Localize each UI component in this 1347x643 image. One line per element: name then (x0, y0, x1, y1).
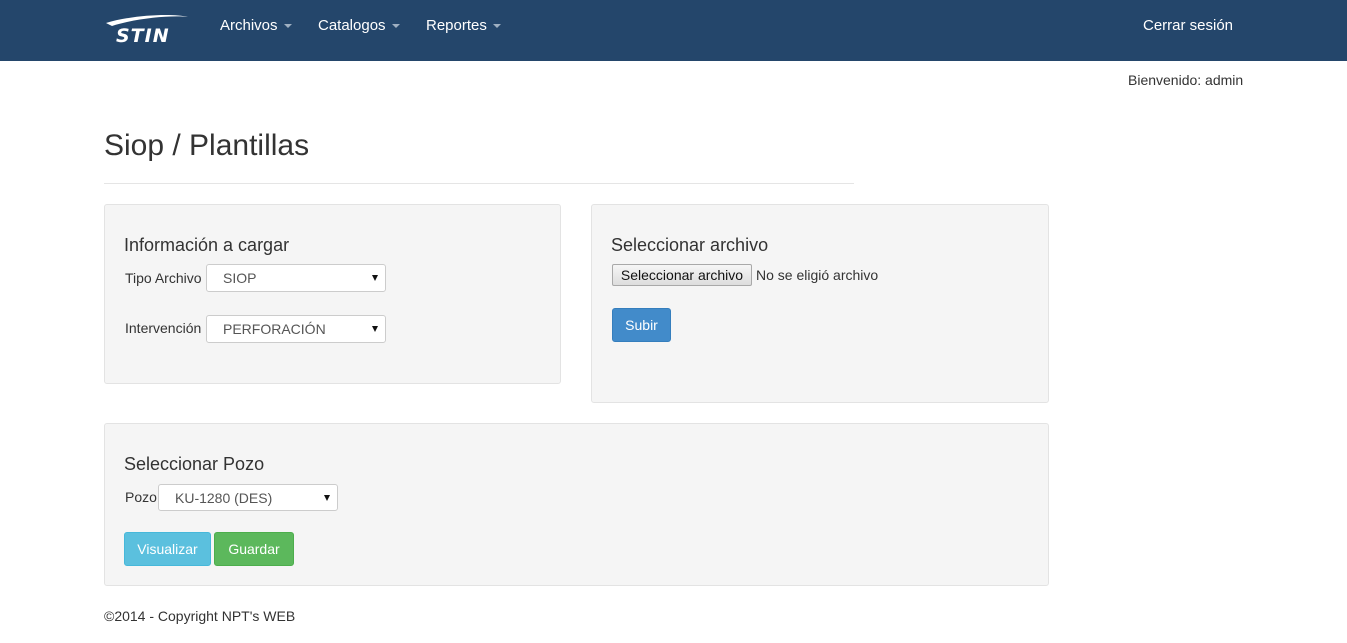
visualizar-button[interactable]: Visualizar (124, 532, 211, 566)
info-panel-title: Información a cargar (124, 235, 290, 255)
intervencion-label: Intervención (125, 320, 202, 336)
menu-reportes[interactable]: Reportes (426, 17, 501, 35)
footer-copyright: ©2014 - Copyright NPT's WEB (104, 608, 296, 624)
caret-down-icon (283, 24, 292, 29)
tipo-archivo-value: SIOP (223, 270, 257, 286)
top-navbar: STIN Archivos Catalogos Reportes Cerrar … (0, 0, 1347, 61)
guardar-button[interactable]: Guardar (214, 532, 294, 566)
intervencion-select[interactable]: PERFORACIÓN (206, 315, 386, 343)
menu-archivos[interactable]: Archivos (220, 17, 292, 35)
choose-file-button[interactable]: Seleccionar archivo (612, 264, 752, 286)
pozo-select[interactable]: KU-1280 (DES) (158, 484, 338, 511)
menu-archivos-label: Archivos (220, 17, 278, 34)
welcome-text: Bienvenido: admin (1128, 72, 1244, 88)
dropdown-arrow-icon (372, 326, 378, 332)
pozo-panel: Seleccionar Pozo Pozo KU-1280 (DES) Visu… (104, 423, 1049, 586)
submit-button[interactable]: Subir (612, 308, 671, 342)
pozo-panel-title: Seleccionar Pozo (124, 454, 265, 474)
caret-down-icon (391, 24, 400, 29)
title-divider (104, 183, 854, 184)
stin-logo[interactable]: STIN (102, 13, 192, 47)
tipo-archivo-label: Tipo Archivo (125, 270, 202, 286)
intervencion-value: PERFORACIÓN (223, 321, 326, 337)
info-panel: Información a cargar Tipo Archivo SIOP I… (104, 204, 561, 384)
caret-down-icon (492, 24, 501, 29)
pozo-value: KU-1280 (DES) (175, 490, 273, 506)
page-title: Siop / Plantillas (104, 129, 310, 162)
dropdown-arrow-icon (324, 495, 330, 501)
menu-reportes-label: Reportes (426, 17, 487, 34)
logout-link[interactable]: Cerrar sesión (1143, 17, 1233, 35)
logo-text: STIN (116, 25, 170, 45)
file-panel-title: Seleccionar archivo (611, 235, 769, 255)
menu-catalogos[interactable]: Catalogos (318, 17, 400, 35)
dropdown-arrow-icon (372, 275, 378, 281)
file-panel: Seleccionar archivo Seleccionar archivo … (591, 204, 1049, 403)
pozo-label: Pozo (125, 489, 157, 505)
tipo-archivo-select[interactable]: SIOP (206, 264, 386, 292)
file-status-text: No se eligió archivo (756, 267, 879, 283)
menu-catalogos-label: Catalogos (318, 17, 386, 34)
